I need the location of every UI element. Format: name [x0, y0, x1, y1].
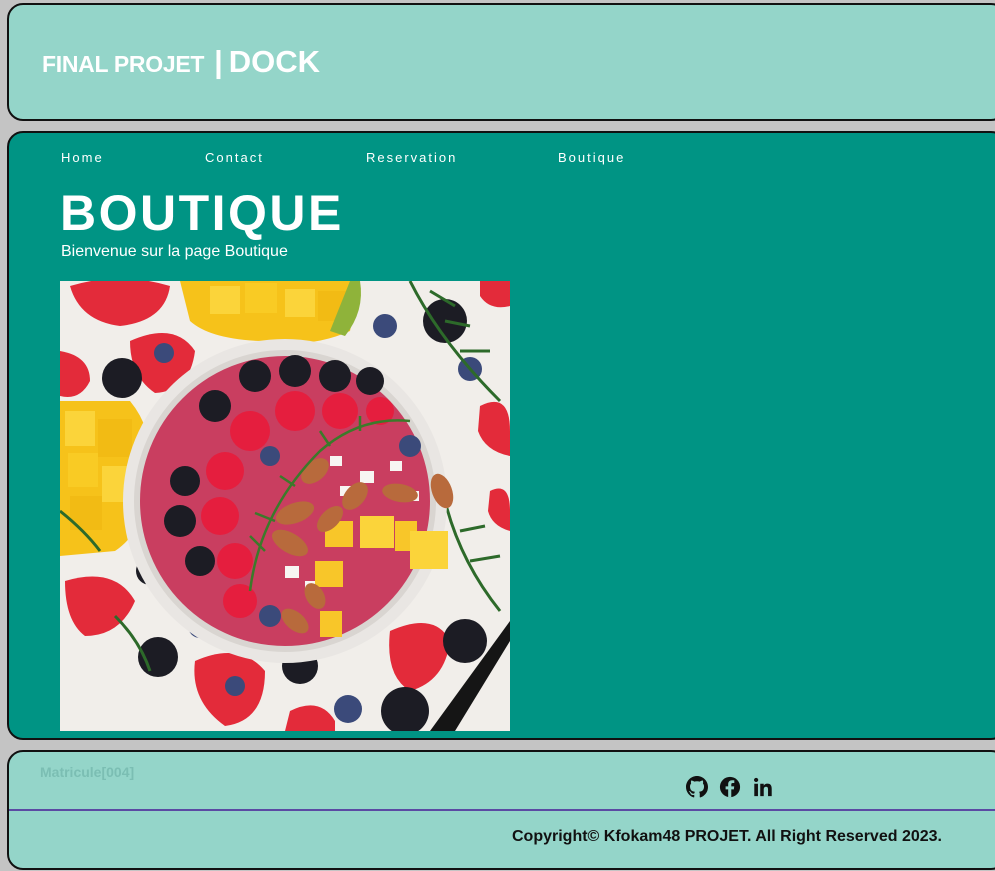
nav-contact-link[interactable]: Contact	[205, 150, 264, 165]
fruit-bowl-image	[60, 281, 510, 731]
github-icon[interactable]	[686, 776, 708, 798]
matricule-label: Matricule[004]	[40, 764, 135, 780]
page-title: BOUTIQUE	[60, 185, 344, 241]
page-subtitle: Bienvenue sur la page Boutique	[61, 243, 288, 260]
nav-reservation-link[interactable]: Reservation	[366, 150, 457, 165]
main-content: Home Contact Reservation Boutique BOUTIQ…	[7, 131, 995, 740]
footer-divider	[9, 809, 995, 811]
logo-separator: |	[214, 44, 223, 79]
copyright-text: Copyright© Kfokam48 PROJET. All Right Re…	[512, 828, 942, 845]
facebook-icon[interactable]	[719, 776, 741, 798]
logo-secondary-text: DOCK	[228, 44, 321, 79]
site-logo[interactable]: FINAL PROJET | DOCK	[42, 44, 320, 80]
site-footer: Matricule[004] Copyright© Kfokam48 PROJE…	[7, 750, 995, 870]
social-links	[686, 776, 774, 798]
linkedin-icon[interactable]	[752, 776, 774, 798]
site-header: FINAL PROJET | DOCK	[7, 3, 995, 121]
nav-home-link[interactable]: Home	[61, 150, 104, 165]
logo-primary-text: FINAL PROJET	[42, 51, 205, 77]
nav-boutique-link[interactable]: Boutique	[558, 150, 625, 165]
